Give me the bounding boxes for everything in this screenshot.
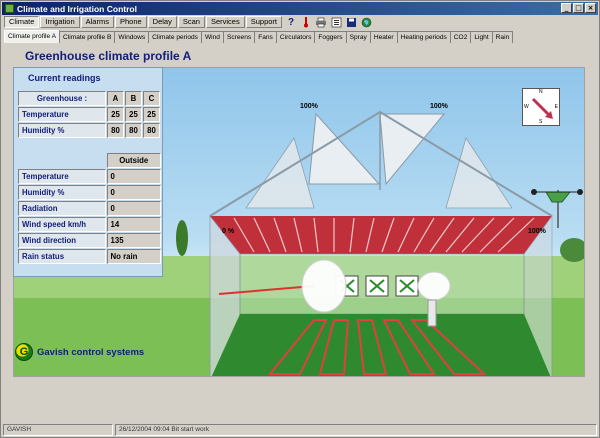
tab-windows[interactable]: Windows	[114, 31, 150, 43]
menu-scan[interactable]: Scan	[177, 16, 205, 28]
tab-co2[interactable]: CO2	[449, 31, 472, 43]
gh-humidity-c: 80	[143, 123, 160, 138]
side-left-percent: 0 %	[222, 228, 235, 235]
out-humidity-value: 0	[106, 185, 161, 200]
gavish-logo-icon: G	[15, 343, 33, 361]
menu-alarms[interactable]: Alarms	[80, 16, 114, 28]
status-bar: GAVISH 26/12/2004 09:04 Bit start work	[2, 424, 598, 437]
close-button[interactable]: ×	[585, 3, 596, 13]
tab-heating-periods[interactable]: Heating periods	[396, 31, 451, 43]
menu-bar: Climate Irrigation Alarms Phone Delay Sc…	[2, 15, 598, 29]
table-row: Humidity % 0	[18, 185, 161, 200]
menu-support[interactable]: Support	[245, 16, 282, 28]
vent-left-percent: 100%	[300, 103, 318, 110]
title-bar: Climate and Irrigation Control _ □ ×	[2, 2, 598, 15]
app-icon	[5, 4, 14, 13]
table-row: Greenhouse : A B C	[18, 91, 160, 106]
tab-heater[interactable]: Heater	[369, 31, 398, 43]
gh-temperature-b: 25	[125, 107, 142, 122]
app-window: Climate and Irrigation Control _ □ × Cli…	[0, 0, 600, 438]
compass-s: S	[539, 119, 543, 125]
out-radiation-value: 0	[106, 201, 161, 216]
tab-foggers[interactable]: Foggers	[314, 31, 347, 43]
col-c: C	[143, 91, 160, 106]
gh-humidity-b: 80	[125, 123, 142, 138]
col-b: B	[125, 91, 142, 106]
tab-wind[interactable]: Wind	[200, 31, 224, 43]
menu-climate[interactable]: Climate	[4, 16, 40, 28]
table-row: Humidity % 80 80 80	[18, 123, 160, 138]
tab-rain[interactable]: Rain	[491, 31, 514, 43]
tab-fans[interactable]: Fans	[254, 31, 277, 43]
tab-screens[interactable]: Screens	[222, 31, 256, 43]
compass-n: N	[539, 89, 543, 95]
out-temperature-label: Temperature	[18, 169, 106, 184]
out-rain-status-value: No rain	[106, 249, 161, 264]
gh-temperature-c: 25	[143, 107, 160, 122]
tab-climate-periods[interactable]: Climate periods	[148, 31, 202, 43]
tab-climate-profile-a[interactable]: Climate profile A	[4, 30, 61, 43]
wind-compass: N E S W	[522, 88, 560, 126]
maximize-button[interactable]: □	[573, 3, 584, 13]
window-title: Climate and Irrigation Control	[17, 3, 137, 14]
gh-temperature-label: Temperature	[18, 107, 106, 122]
company-logo: G Gavish control systems	[15, 343, 144, 361]
status-user: GAVISH	[3, 424, 113, 436]
out-wind-speed-label: Wind speed km/h	[18, 217, 106, 232]
outside-spacer	[18, 153, 106, 168]
outside-table: Outside Temperature 0 Humidity % 0 Radia…	[17, 152, 162, 265]
compass-e: E	[554, 104, 558, 110]
menu-phone[interactable]: Phone	[114, 16, 147, 28]
tab-light[interactable]: Light	[470, 31, 493, 43]
help-icon[interactable]: ?	[285, 16, 297, 28]
printer-icon[interactable]	[315, 16, 327, 28]
thermometer-icon[interactable]	[300, 16, 312, 28]
out-rain-status-label: Rain status	[18, 249, 106, 264]
tab-circulators[interactable]: Circulators	[275, 31, 316, 43]
gh-humidity-label: Humidity %	[18, 123, 106, 138]
minimize-button[interactable]: _	[561, 3, 572, 13]
save-icon[interactable]	[345, 16, 357, 28]
outside-header: Outside	[106, 153, 161, 168]
menu-delay[interactable]: Delay	[147, 16, 177, 28]
out-humidity-label: Humidity %	[18, 185, 106, 200]
table-row: Rain status No rain	[18, 249, 161, 264]
readings-title: Current readings	[28, 73, 101, 83]
current-readings-panel: Current readings Greenhouse : A B C Temp…	[13, 67, 163, 277]
vent-right-percent: 100%	[430, 103, 448, 110]
greenhouse-label: Greenhouse :	[18, 91, 106, 106]
table-row: Wind speed km/h 14	[18, 217, 161, 232]
globe-icon[interactable]	[360, 16, 372, 28]
page-title: Greenhouse climate profile A	[25, 49, 192, 63]
table-row: Radiation 0	[18, 201, 161, 216]
menu-irrigation[interactable]: Irrigation	[40, 16, 80, 28]
list-icon[interactable]	[330, 16, 342, 28]
compass-w: W	[524, 104, 529, 110]
out-radiation-label: Radiation	[18, 201, 106, 216]
content-area: Greenhouse climate profile A 100% 100% 0…	[5, 43, 597, 421]
table-row: Wind direction 135	[18, 233, 161, 248]
company-name: Gavish control systems	[37, 346, 145, 358]
tab-spray[interactable]: Spray	[345, 31, 371, 43]
tab-climate-profile-b[interactable]: Climate profile B	[59, 31, 116, 43]
greenhouse-table: Greenhouse : A B C Temperature 25 25 25 …	[17, 90, 161, 139]
out-temperature-value: 0	[106, 169, 161, 184]
tab-bar: Climate profile A Climate profile B Wind…	[2, 30, 598, 43]
status-message: 26/12/2004 09:04 Bit start work	[115, 424, 597, 436]
menu-services[interactable]: Services	[205, 16, 245, 28]
window-controls: _ □ ×	[561, 3, 596, 13]
out-wind-direction-value: 135	[106, 233, 161, 248]
side-right-percent: 100%	[528, 228, 546, 235]
table-row: Outside	[18, 153, 161, 168]
gh-humidity-a: 80	[107, 123, 124, 138]
table-row: Temperature 0	[18, 169, 161, 184]
table-row: Temperature 25 25 25	[18, 107, 160, 122]
out-wind-speed-value: 14	[106, 217, 161, 232]
col-a: A	[107, 91, 124, 106]
gh-temperature-a: 25	[107, 107, 124, 122]
out-wind-direction-label: Wind direction	[18, 233, 106, 248]
